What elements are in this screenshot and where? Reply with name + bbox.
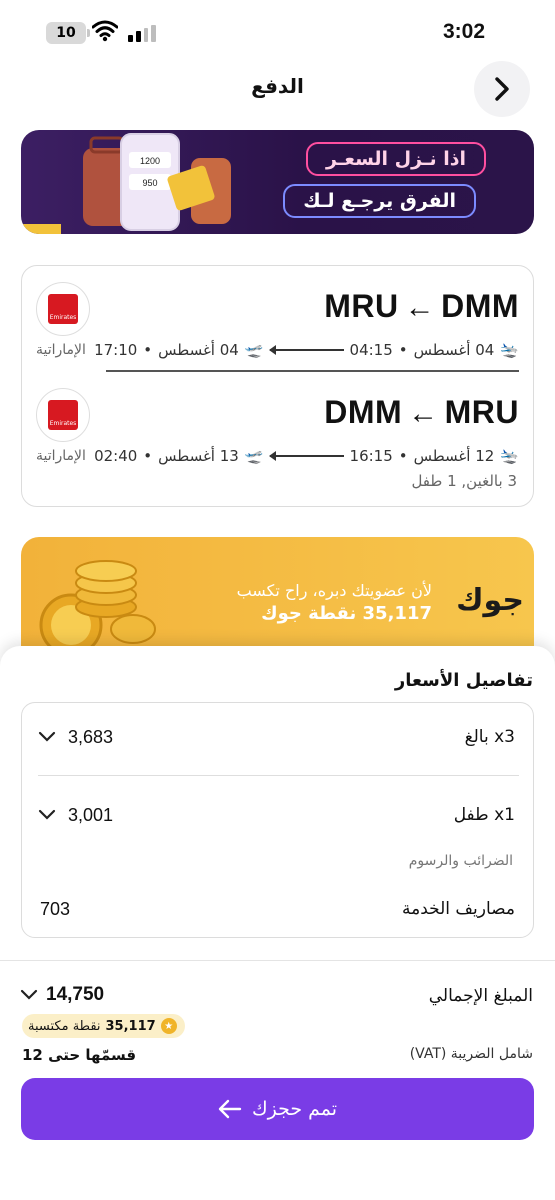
phone-price-1: 1200 [140,156,160,166]
route-to: MRU [324,288,399,324]
promo-illustration: 1200 950 [21,133,231,234]
arrow-left-icon: ← [404,291,436,324]
dep-time: 04:15 [349,341,393,359]
emirates-logo: Emirates [36,388,90,442]
complete-booking-button[interactable]: تمم حجزك [21,1078,534,1140]
battery-level: 10 [56,25,76,41]
dep-date: 04 أغسطس [413,341,495,359]
landing-icon: 🛫 [244,341,264,359]
wifi-icon [92,20,118,42]
row-label: x1 طفل [453,805,515,825]
price-details-title: تفاصيل الأسعار [394,670,533,691]
passenger-count: 3 بالغين, 1 طفل [411,472,517,490]
route: MRU ← DMM [324,288,519,325]
promo-banner[interactable]: 1200 950 اذا نـزل السعـر الفرق يرجـع لـك [21,130,534,234]
dep-date: 12 أغسطس [413,447,495,465]
route-from: DMM [441,288,519,324]
page-title: الدفع [251,74,304,98]
battery-icon: 10 [46,22,90,44]
installments-link[interactable]: قسمّها حتى 12 [22,1046,136,1064]
landing-icon: 🛫 [244,447,264,465]
flight-times: 🛬 04 أغسطس • 04:15 🛫 04 أغسطس • 17:10 [94,341,519,359]
vat-note: شامل الضريبة (VAT) [409,1046,533,1062]
row-label: مصاريف الخدمة [402,899,515,919]
row-amount: 703 [40,899,71,919]
chevron-right-icon [495,77,509,101]
flight-line [268,452,344,460]
points-label: نقطة مكتسبة [28,1018,101,1034]
price-row-child[interactable]: x1 طفل 3,001 [22,795,535,835]
row-divider [38,775,519,776]
airline-name: الإماراتية [36,342,86,358]
clock: 3:02 [442,20,485,43]
arrow-left-icon [218,1099,242,1119]
coins-icon [39,560,156,647]
arr-date: 13 أغسطس [158,447,239,465]
jood-message: لأن عضويتك دبره، راح تكسب [236,581,432,600]
flight-times: 🛬 12 أغسطس • 16:15 🛫 13 أغسطس • 02:40 [94,447,519,465]
airline-name: الإماراتية [36,448,86,464]
chevron-down-icon [38,809,56,820]
jood-points: 35,117 نقطة جوك [261,603,432,624]
arr-time: 02:40 [94,447,138,465]
total-amount[interactable]: 14,750 [46,984,104,1006]
route-from: MRU [444,394,519,430]
emirates-logo: Emirates [36,282,90,336]
arr-date: 04 أغسطس [158,341,239,359]
total-label: المبلغ الإجمالي [428,986,533,1006]
service-fee-row: مصاريف الخدمة 703 [22,889,535,929]
dep-time: 16:15 [349,447,393,465]
sheet-divider [0,960,555,961]
points-value: 35,117 [105,1018,156,1034]
star-icon: ★ [160,1018,177,1034]
jood-rewards-banner: جوك لأن عضويتك دبره، راح تكسب 35,117 نقط… [21,537,534,657]
price-bottom-sheet: تفاصيل الأسعار x3 بالغ 3,683 x1 طفل 3,00… [0,646,555,1200]
flight-summary-card: MRU ← DMM Emirates الإماراتية 🛬 04 أغسطس • … [21,265,534,507]
price-row-adults[interactable]: x3 بالغ 3,683 [22,717,535,757]
row-amount: 3,001 [68,805,114,825]
price-breakdown-card: x3 بالغ 3,683 x1 طفل 3,001 الضرائب والرس… [21,702,534,938]
cta-label: تمم حجزك [251,1098,338,1120]
jood-logo: جوك [456,583,524,618]
flight-leg-return: DMM ← MRU Emirates الإماراتية 🛬 12 أغسطس • … [22,372,535,465]
row-amount: 3,683 [68,727,114,747]
takeoff-icon: 🛬 [500,341,519,359]
arr-time: 17:10 [94,341,138,359]
taxes-label: الضرائب والرسوم [408,853,513,869]
flight-leg-outbound: MRU ← DMM Emirates الإماراتية 🛬 04 أغسطس • … [22,266,535,359]
promo-line-1: اذا نـزل السعـر [306,142,486,176]
promo-line-2: الفرق يرجـع لـك [283,184,476,218]
chevron-down-icon[interactable] [20,988,38,1002]
takeoff-icon: 🛬 [500,447,519,465]
arrow-left-icon: ← [408,397,439,430]
route-to: DMM [324,394,403,430]
status-bar: 10 3:02 [0,0,555,62]
route: DMM ← MRU [324,394,519,431]
points-earned-badge: ★ 35,117 نقطة مكتسبة [22,1014,185,1038]
flight-line [268,346,344,354]
chevron-down-icon [38,731,56,742]
back-button[interactable] [474,61,530,117]
phone-price-2: 950 [142,178,157,188]
signal-icon [128,24,156,42]
row-label: x3 بالغ [464,727,515,747]
